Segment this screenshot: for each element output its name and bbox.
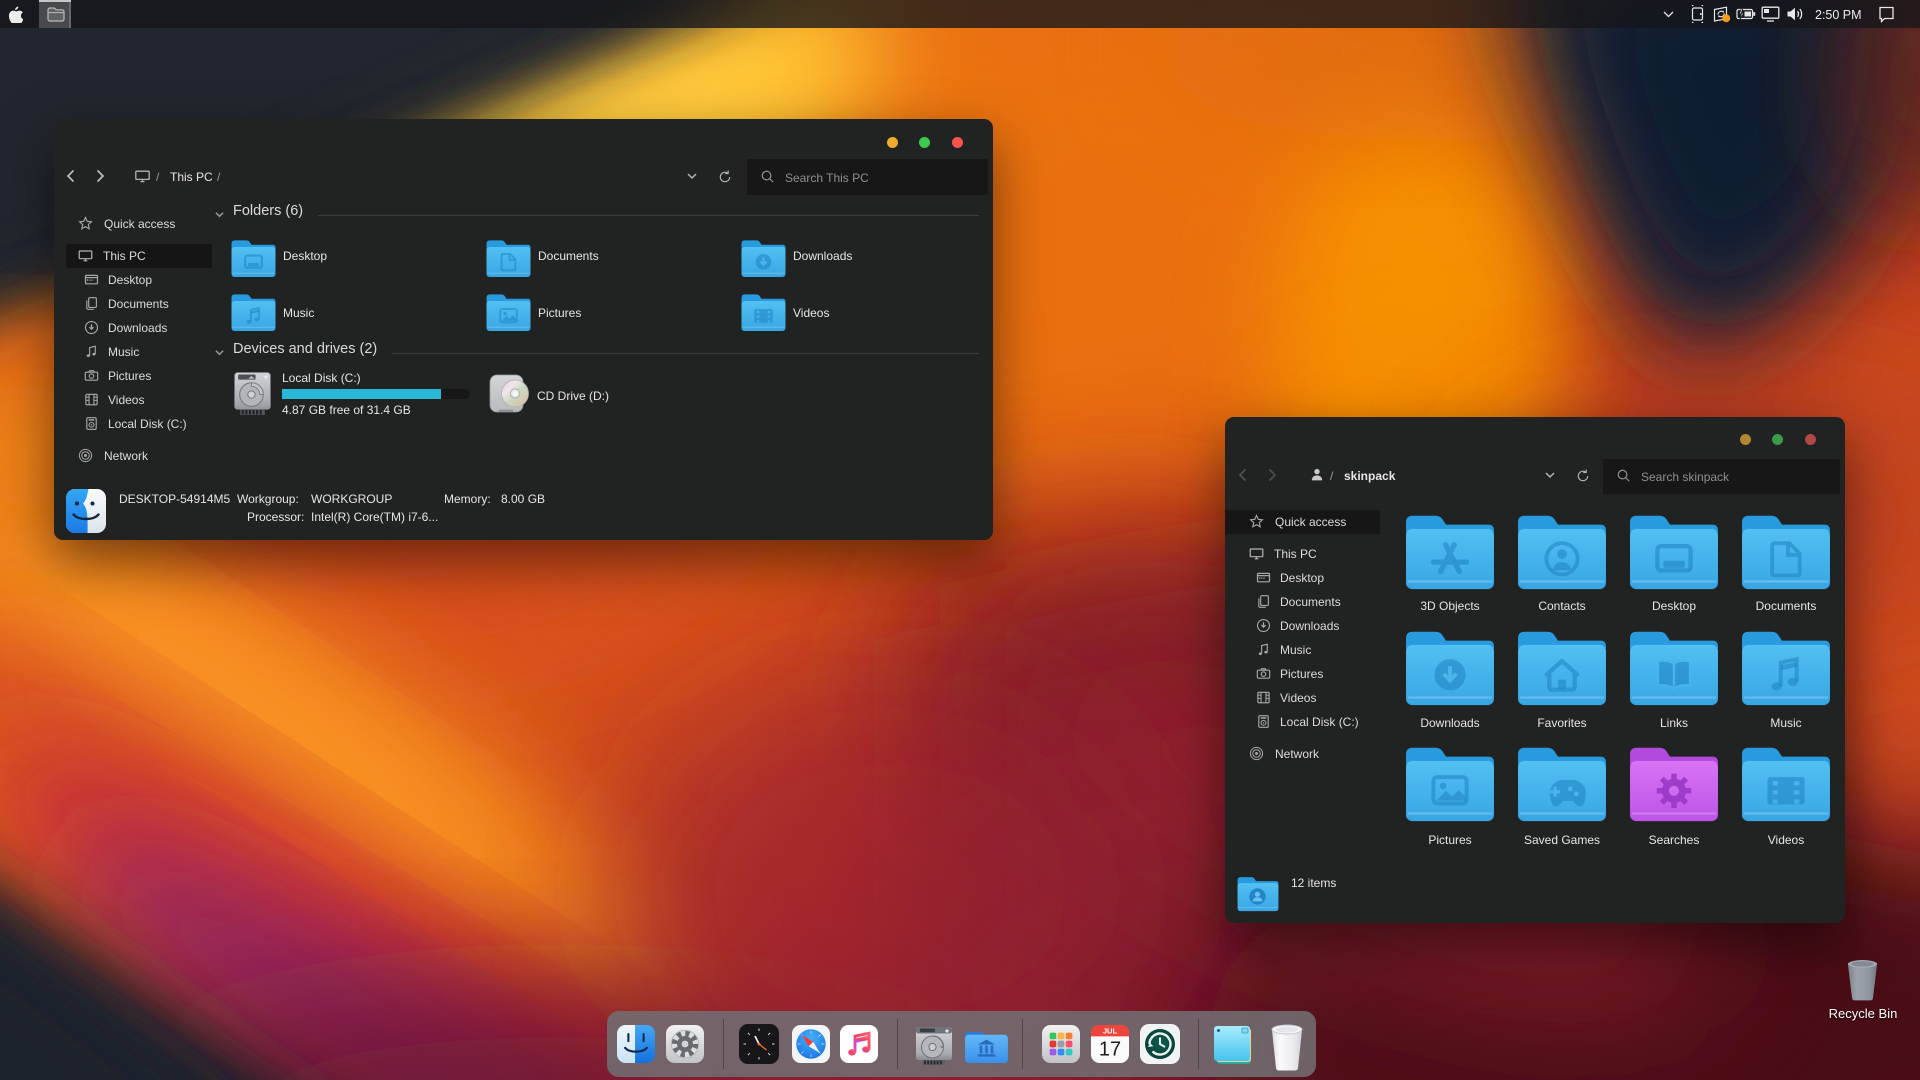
svg-text:17: 17 bbox=[1099, 1038, 1121, 1060]
svg-text:JUL: JUL bbox=[1103, 1027, 1118, 1036]
